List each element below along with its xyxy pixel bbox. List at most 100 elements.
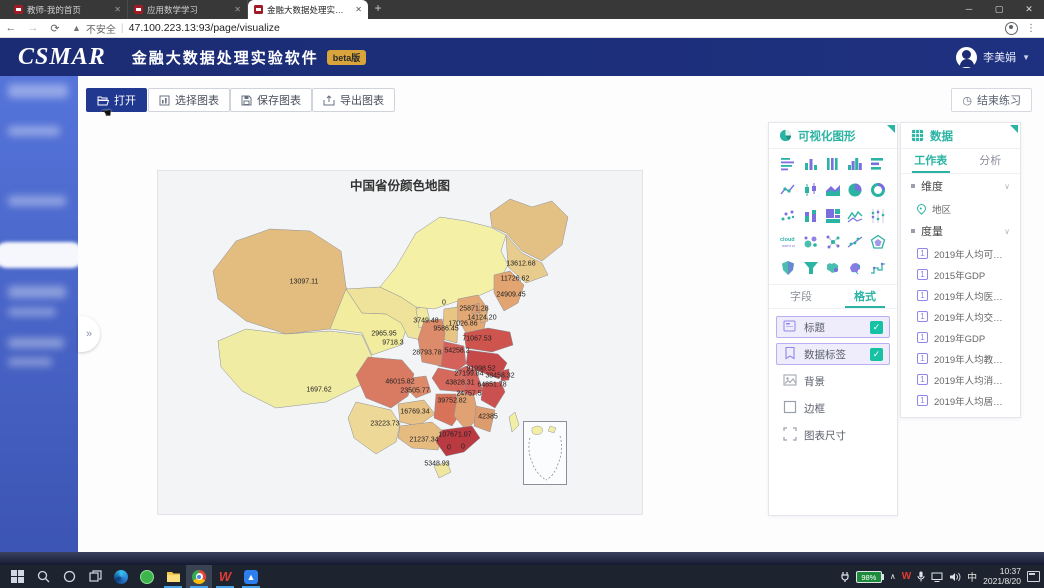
- measure-item[interactable]: 12019年人均交通通信..: [901, 306, 1020, 327]
- sidebar-selected-item[interactable]: [0, 242, 78, 268]
- province-yunnan[interactable]: [348, 402, 400, 454]
- maximize-button[interactable]: ▢: [984, 0, 1014, 19]
- scatter-trend-icon[interactable]: [847, 233, 864, 250]
- province-xizang[interactable]: [218, 329, 372, 408]
- sidebar-item[interactable]: [8, 338, 64, 348]
- forward-icon[interactable]: →: [22, 22, 44, 34]
- province-neimenggu[interactable]: [380, 217, 508, 309]
- browser-tab-1[interactable]: 教师-我的首页✕: [8, 0, 128, 19]
- funnel-chart-icon[interactable]: [802, 259, 819, 276]
- word-cloud-icon[interactable]: cloudword ci: [780, 233, 797, 250]
- measure-item[interactable]: 12015年GDP: [901, 264, 1020, 285]
- ime-indicator[interactable]: 中: [967, 569, 977, 584]
- app-green-taskbar-icon[interactable]: [134, 565, 160, 588]
- minimize-button[interactable]: ─: [954, 0, 984, 19]
- tab-close-icon[interactable]: ✕: [234, 5, 241, 14]
- sidebar-item[interactable]: [8, 308, 56, 316]
- clock[interactable]: 10:37 2021/8/20: [983, 567, 1021, 587]
- wps-taskbar-icon[interactable]: W: [212, 565, 238, 588]
- sidebar-item[interactable]: [8, 286, 66, 298]
- app-blue-taskbar-icon[interactable]: ▲: [238, 565, 264, 588]
- chrome-taskbar-icon[interactable]: [186, 565, 212, 588]
- checkbox-checked-icon[interactable]: ✓: [870, 348, 883, 361]
- pie-chart-icon[interactable]: [847, 181, 864, 198]
- speaker-icon[interactable]: [949, 572, 961, 582]
- select-chart-button[interactable]: 选择图表: [148, 88, 230, 112]
- measure-item[interactable]: 12019年人均教育支出: [901, 348, 1020, 369]
- export-chart-button[interactable]: 导出图表: [312, 88, 395, 112]
- user-menu[interactable]: 李美娟 ▼: [956, 38, 1030, 76]
- histogram-icon[interactable]: [847, 155, 864, 172]
- province-heilongjiang[interactable]: [490, 199, 568, 261]
- end-practice-button[interactable]: ◷ 结束练习: [951, 88, 1032, 112]
- world-map-icon[interactable]: [824, 259, 841, 276]
- measure-item[interactable]: 12019年人均可支配收入: [901, 243, 1020, 264]
- taskview-taskbar-icon[interactable]: [82, 565, 108, 588]
- microphone-icon[interactable]: [917, 571, 925, 582]
- sidebar-item[interactable]: [8, 84, 68, 98]
- china-map-icon[interactable]: [847, 259, 864, 276]
- new-tab-button[interactable]: +: [368, 0, 388, 19]
- address-box[interactable]: ▲ 不安全 | 47.100.223.13:93/page/visualize: [72, 21, 1005, 36]
- action-center-icon[interactable]: [1027, 571, 1040, 582]
- measure-item[interactable]: 12019年人均消费支出: [901, 369, 1020, 390]
- format-row-边框[interactable]: 边框: [776, 397, 890, 419]
- browser-menu-icon[interactable]: ⋮: [1026, 23, 1036, 34]
- power-plug-icon[interactable]: [840, 571, 850, 582]
- format-row-图表尺寸[interactable]: 图表尺寸: [776, 424, 890, 446]
- sidebar-item[interactable]: [8, 196, 66, 206]
- chart-canvas[interactable]: 中国省份颜色地图 13097.111697.622965.959718.3374…: [157, 170, 643, 515]
- measure-item[interactable]: 12019年人均医疗支出: [901, 285, 1020, 306]
- province-guangdong[interactable]: [436, 426, 480, 456]
- box-plot-icon[interactable]: [802, 181, 819, 198]
- donut-chart-icon[interactable]: [869, 181, 886, 198]
- format-row-背景[interactable]: 背景: [776, 370, 890, 392]
- text-table-icon[interactable]: [780, 155, 797, 172]
- radar-chart-icon[interactable]: [869, 233, 886, 250]
- tab-close-icon[interactable]: ✕: [355, 5, 362, 14]
- tab-格式[interactable]: 格式: [833, 285, 897, 308]
- display-icon[interactable]: [931, 572, 943, 582]
- sidebar-item[interactable]: [8, 126, 60, 136]
- measure-item[interactable]: 12019年GDP: [901, 327, 1020, 348]
- wps-tray-icon[interactable]: W: [902, 571, 911, 582]
- refresh-icon[interactable]: ⟳: [44, 22, 66, 35]
- area-chart-icon[interactable]: [824, 181, 841, 198]
- measure-item[interactable]: 12019年人均居住支出: [901, 390, 1020, 411]
- battery-indicator[interactable]: 98%: [856, 571, 884, 583]
- search-taskbar-icon[interactable]: [30, 565, 56, 588]
- horizontal-bar-icon[interactable]: [869, 155, 886, 172]
- explorer-taskbar-icon[interactable]: [160, 565, 186, 588]
- tab-分析[interactable]: 分析: [961, 149, 1021, 173]
- tab-字段[interactable]: 字段: [769, 285, 833, 308]
- bar-chart-icon[interactable]: [802, 155, 819, 172]
- column-chart-icon[interactable]: [824, 155, 841, 172]
- save-chart-button[interactable]: 保存图表: [230, 88, 312, 112]
- format-row-数据标签[interactable]: 数据标签✓: [776, 343, 890, 365]
- browser-tab-2[interactable]: 应用数学学习✕: [128, 0, 248, 19]
- step-line-icon[interactable]: [869, 259, 886, 276]
- treemap-icon[interactable]: [824, 207, 841, 224]
- cortana-taskbar-icon[interactable]: [56, 565, 82, 588]
- checkbox-checked-icon[interactable]: ✓: [870, 321, 883, 334]
- tray-expand-icon[interactable]: ∧: [890, 572, 896, 581]
- province-taiwan[interactable]: [509, 412, 519, 432]
- back-icon[interactable]: ←: [0, 22, 22, 34]
- browser-profile-icon[interactable]: [1005, 22, 1018, 35]
- gem-chart-icon[interactable]: [780, 259, 797, 276]
- dimension-item-地区[interactable]: 地区: [901, 198, 1020, 219]
- tab-close-icon[interactable]: ✕: [114, 5, 121, 14]
- line-point-icon[interactable]: [780, 181, 797, 198]
- edge-taskbar-icon[interactable]: [108, 565, 134, 588]
- stacked-bar-icon[interactable]: [802, 207, 819, 224]
- bubble-chart-icon[interactable]: [802, 233, 819, 250]
- start-taskbar-icon[interactable]: [4, 565, 30, 588]
- browser-tab-3[interactable]: 金融大数据处理实验软件✕: [248, 0, 368, 19]
- sidebar-item[interactable]: [8, 358, 52, 366]
- measures-section[interactable]: 度量 ∨: [901, 219, 1020, 243]
- format-row-标题[interactable]: 标题✓: [776, 316, 890, 338]
- strip-plot-icon[interactable]: [869, 207, 886, 224]
- line-chart-icon[interactable]: [847, 207, 864, 224]
- dimensions-section[interactable]: 维度 ∨: [901, 174, 1020, 198]
- open-button[interactable]: 打开 ☚: [86, 88, 147, 112]
